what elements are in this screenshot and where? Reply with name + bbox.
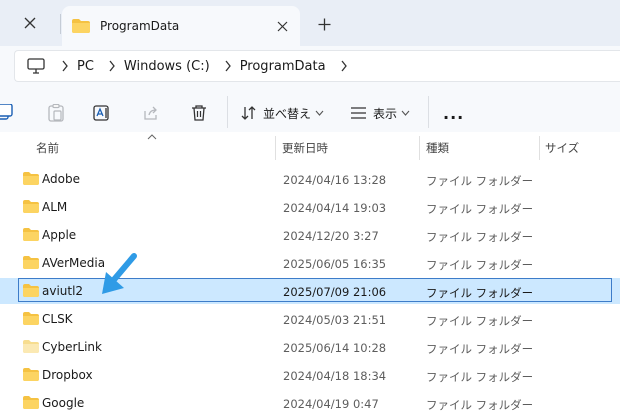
new-tab-button[interactable] [314,14,334,34]
file-row[interactable]: CyberLink 2025/06/14 10:28 ファイル フォルダー [0,334,620,360]
file-modified: 2024/04/16 13:28 [283,173,387,187]
copy-icon[interactable] [0,104,14,122]
file-type: ファイル フォルダー [426,258,534,272]
file-row[interactable]: aviutl2 2025/07/09 21:06 ファイル フォルダー [0,278,620,304]
file-name: ALM [42,200,68,214]
toolbar-divider [428,96,429,128]
breadcrumb-programdata[interactable]: ProgramData [240,59,326,74]
file-type: ファイル フォルダー [426,398,534,412]
tab-title: ProgramData [100,19,180,33]
file-name: Apple [42,228,77,242]
address-bar[interactable]: PC Windows (C:) ProgramData [14,50,620,82]
file-modified: 2024/04/14 19:03 [283,201,387,215]
breadcrumb-windows-c[interactable]: Windows (C:) [124,59,210,74]
computer-icon[interactable] [27,58,45,74]
folder-icon [23,284,39,300]
tab-strip: ProgramData [0,0,620,46]
plus-icon[interactable] [318,18,331,31]
chevron-down-icon [401,110,410,116]
address-bar-row: PC Windows (C:) ProgramData [0,46,620,86]
file-modified: 2024/04/18 18:34 [283,369,387,383]
chevron-right-icon[interactable] [216,60,240,72]
file-name: AVerMedia [42,256,106,270]
tab-divider [60,14,61,34]
view-icon[interactable] [350,107,367,119]
file-modified: 2024/05/03 21:51 [283,313,387,327]
column-header: 名前 更新日時 種類 サイズ [0,132,620,162]
file-name: aviutl2 [42,284,84,298]
folder-icon [23,200,39,216]
close-icon[interactable] [277,21,288,32]
file-type: ファイル フォルダー [426,370,534,384]
file-row[interactable]: ALM 2024/04/14 19:03 ファイル フォルダー [0,194,620,220]
folder-icon [23,368,39,384]
folder-icon [72,19,90,33]
file-name: Google [42,396,85,410]
tab-close-button[interactable] [274,18,290,34]
file-modified: 2024/12/20 3:27 [283,229,379,243]
file-type: ファイル フォルダー [426,286,534,300]
file-row[interactable]: Dropbox 2024/04/18 18:34 ファイル フォルダー [0,362,620,388]
sort-icon[interactable] [241,105,257,121]
folder-icon [23,312,39,328]
toolbar-divider [227,96,228,128]
view-label: 表示 [373,106,398,121]
file-row[interactable]: Apple 2024/12/20 3:27 ファイル フォルダー [0,222,620,248]
file-name: Dropbox [42,368,93,382]
close-icon[interactable] [24,17,36,29]
folder-icon [23,256,39,272]
chevron-right-icon[interactable] [332,60,356,72]
column-divider[interactable] [539,136,540,160]
sort-up-icon [147,134,157,140]
file-name: Adobe [42,172,80,186]
file-modified: 2025/06/05 16:35 [283,257,387,271]
chevron-down-icon [315,110,324,116]
file-modified: 2024/04/19 0:47 [283,397,379,411]
file-type: ファイル フォルダー [426,230,534,244]
file-modified: 2025/06/14 10:28 [283,341,387,355]
file-type: ファイル フォルダー [426,342,534,356]
column-modified[interactable]: 更新日時 [282,140,328,156]
file-modified: 2025/07/09 21:06 [283,285,387,299]
delete-icon[interactable] [191,105,207,121]
folder-icon [23,228,39,244]
sort-label: 並べ替え [263,106,312,121]
file-type: ファイル フォルダー [426,314,534,328]
file-row[interactable]: CLSK 2024/05/03 21:51 ファイル フォルダー [0,306,620,332]
rename-icon[interactable] [93,104,111,122]
file-type: ファイル フォルダー [426,174,534,188]
tab-programdata[interactable]: ProgramData [62,6,300,46]
paste-icon[interactable] [48,104,64,122]
tab-close-prev[interactable] [0,6,60,40]
file-type: ファイル フォルダー [426,202,534,216]
column-divider[interactable] [275,136,276,160]
column-divider[interactable] [419,136,420,160]
file-name: CyberLink [42,340,102,354]
column-type[interactable]: 種類 [426,140,449,156]
more-icon[interactable]: ... [443,104,464,123]
breadcrumb-pc[interactable]: PC [77,59,94,74]
column-size[interactable]: サイズ [545,140,579,156]
folder-icon [23,396,39,412]
file-row[interactable]: Google 2024/04/19 0:47 ファイル フォルダー [0,390,620,416]
file-row[interactable]: AVerMedia 2025/06/05 16:35 ファイル フォルダー [0,250,620,276]
column-name[interactable]: 名前 [36,140,59,156]
chevron-right-icon[interactable] [100,60,124,72]
file-name: CLSK [42,312,73,326]
chevron-right-icon[interactable] [53,60,77,72]
share-icon[interactable] [143,105,159,121]
pointer-arrow-icon [102,253,137,294]
folder-icon [23,172,39,188]
folder-icon [23,340,39,356]
file-row[interactable]: Adobe 2024/04/16 13:28 ファイル フォルダー [0,166,620,192]
